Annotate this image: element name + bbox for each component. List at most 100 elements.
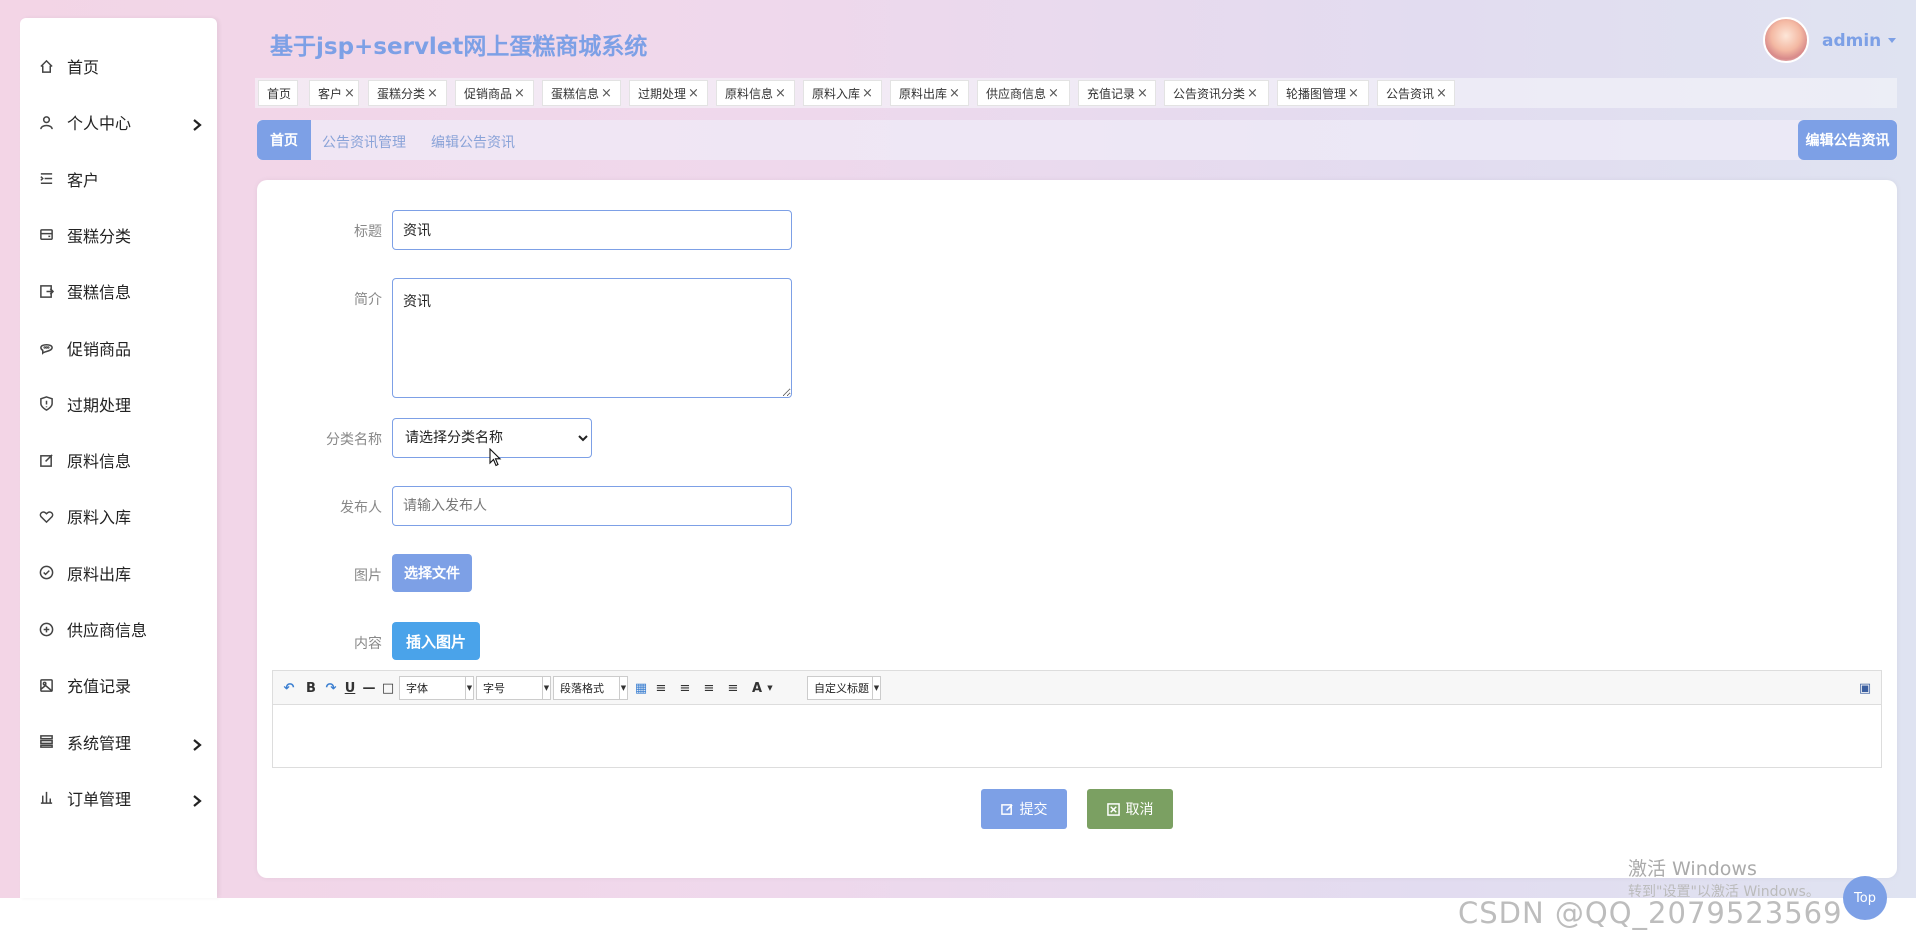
title-label: 标题 bbox=[354, 224, 382, 240]
align-justify-icon[interactable]: ≡ bbox=[725, 680, 741, 696]
editor-content-area[interactable] bbox=[273, 705, 1881, 767]
dropdown-arrow-icon: ▼ bbox=[465, 677, 473, 699]
picture-icon bbox=[38, 677, 54, 693]
sidebar-item-label: 订单管理 bbox=[67, 789, 132, 809]
close-icon[interactable]: × bbox=[688, 86, 699, 101]
sidebar-item[interactable]: 蛋糕信息 bbox=[20, 271, 217, 311]
font-family-select[interactable]: 字体 ▼ bbox=[399, 676, 474, 700]
sidebar-item[interactable]: 首页 bbox=[20, 46, 217, 86]
fullscreen-icon[interactable]: ▣ bbox=[1857, 680, 1873, 696]
sidebar-item-label: 个人中心 bbox=[67, 114, 132, 134]
custom-title-select[interactable]: 自定义标题 ▼ bbox=[807, 676, 881, 700]
insert-image-button[interactable]: 插入图片 bbox=[392, 622, 480, 660]
align-center-icon[interactable]: ≡ bbox=[701, 680, 717, 696]
redo-icon[interactable]: ↷ bbox=[323, 680, 339, 696]
tab[interactable]: 原料出库 × bbox=[890, 80, 969, 106]
tab-label: 公告资讯分类 bbox=[1173, 86, 1246, 101]
user-name[interactable]: admin bbox=[1822, 31, 1881, 51]
tab[interactable]: 原料入库 × bbox=[803, 80, 882, 106]
cancel-button[interactable]: 取消 bbox=[1087, 789, 1173, 829]
chat-bubble-icon bbox=[38, 340, 54, 356]
sidebar-item[interactable]: 促销商品 bbox=[20, 328, 217, 368]
align-left-icon[interactable]: ≡ bbox=[653, 680, 669, 696]
close-icon[interactable]: × bbox=[1247, 86, 1258, 101]
sidebar-item-label: 促销商品 bbox=[67, 339, 132, 359]
dropdown-arrow-icon: ▼ bbox=[542, 677, 550, 699]
close-icon[interactable]: × bbox=[601, 86, 612, 101]
sidebar-item[interactable]: 原料入库 bbox=[20, 496, 217, 536]
image-label: 图片 bbox=[354, 568, 382, 584]
sidebar-item[interactable]: 原料信息 bbox=[20, 440, 217, 480]
intro-textarea[interactable]: 资讯 bbox=[392, 278, 792, 398]
close-icon[interactable]: × bbox=[427, 86, 438, 101]
dropdown-arrow-icon: ▼ bbox=[619, 677, 627, 699]
sidebar-item[interactable]: 个人中心 bbox=[20, 102, 217, 142]
tab[interactable]: 过期处理 × bbox=[629, 80, 708, 106]
intro-label: 简介 bbox=[354, 292, 382, 308]
tab[interactable]: 蛋糕分类 × bbox=[368, 80, 447, 106]
choose-file-button[interactable]: 选择文件 bbox=[392, 554, 472, 592]
breadcrumb-home[interactable]: 首页 bbox=[257, 120, 311, 160]
sidebar-item-label: 客户 bbox=[67, 170, 100, 190]
sidebar-item-label: 首页 bbox=[67, 58, 100, 77]
tab[interactable]: 供应商信息 × bbox=[977, 80, 1070, 106]
tab[interactable]: 首页 bbox=[258, 80, 298, 106]
breadcrumb-item-announcement-management[interactable]: 公告资讯管理 bbox=[322, 132, 406, 152]
sidebar-item[interactable]: 供应商信息 bbox=[20, 609, 217, 649]
title-input[interactable] bbox=[392, 210, 792, 250]
close-icon[interactable]: × bbox=[862, 86, 873, 101]
tab[interactable]: 轮播图管理 × bbox=[1277, 80, 1369, 106]
sidebar-item[interactable]: 充值记录 bbox=[20, 665, 217, 705]
tab-label: 原料出库 bbox=[899, 86, 948, 101]
avatar[interactable] bbox=[1763, 17, 1809, 63]
editor-toolbar: ↶ B ↷ U — □ 字体 ▼ 字号 ▼ 段落格式 ▼ ▦ ≡ ≡ ≡ ≡ A ▼ … bbox=[273, 671, 1881, 705]
stack-icon bbox=[38, 734, 54, 750]
close-icon[interactable]: × bbox=[1137, 86, 1148, 101]
tab[interactable]: 蛋糕信息 × bbox=[542, 80, 621, 106]
close-icon[interactable]: × bbox=[1348, 86, 1359, 101]
tab-label: 供应商信息 bbox=[986, 86, 1047, 101]
csdn-watermark: CSDN @QQ_2079523569 bbox=[1458, 896, 1843, 930]
tab-label: 蛋糕分类 bbox=[377, 86, 426, 101]
bold-button[interactable]: B bbox=[303, 680, 319, 696]
content-label: 内容 bbox=[354, 636, 382, 652]
chevron-right-icon[interactable] bbox=[191, 736, 203, 751]
close-icon[interactable]: × bbox=[949, 86, 960, 101]
document-icon[interactable]: □ bbox=[380, 680, 396, 696]
align-right-icon[interactable]: ≡ bbox=[677, 680, 693, 696]
undo-icon[interactable]: ↶ bbox=[281, 680, 297, 696]
publisher-input[interactable] bbox=[392, 486, 792, 526]
tab[interactable]: 公告资讯 × bbox=[1377, 80, 1455, 106]
sidebar-item[interactable]: 蛋糕分类 bbox=[20, 215, 217, 255]
chevron-right-icon[interactable] bbox=[191, 116, 203, 132]
sidebar-item[interactable]: 过期处理 bbox=[20, 384, 217, 424]
paragraph-format-select[interactable]: 段落格式 ▼ bbox=[553, 676, 628, 700]
close-icon[interactable]: × bbox=[1048, 86, 1059, 101]
submit-button[interactable]: 提交 bbox=[981, 789, 1067, 829]
tab[interactable]: 公告资讯分类 × bbox=[1164, 80, 1269, 106]
sidebar-item[interactable]: 系统管理 bbox=[20, 722, 217, 762]
close-icon[interactable]: × bbox=[775, 86, 786, 101]
heart-icon bbox=[38, 508, 54, 524]
table-icon[interactable]: ▦ bbox=[633, 680, 649, 696]
close-icon[interactable]: × bbox=[1436, 86, 1447, 101]
sidebar-item[interactable]: 客户 bbox=[20, 159, 217, 199]
back-to-top-button[interactable]: Top bbox=[1843, 876, 1887, 920]
tab[interactable]: 充值记录 × bbox=[1078, 80, 1156, 106]
sidebar-item[interactable]: 原料出库 bbox=[20, 553, 217, 593]
sidebar-item[interactable]: 订单管理 bbox=[20, 778, 217, 818]
close-icon[interactable]: × bbox=[344, 86, 355, 101]
font-color-dropdown-icon[interactable]: ▼ bbox=[762, 680, 778, 696]
tab[interactable]: 促销商品 × bbox=[455, 80, 534, 106]
underline-button[interactable]: U bbox=[342, 680, 358, 696]
chevron-right-icon[interactable] bbox=[191, 792, 203, 807]
horizontal-rule-icon[interactable]: — bbox=[361, 680, 377, 696]
sidebar-item-label: 蛋糕信息 bbox=[67, 283, 132, 303]
tab[interactable]: 原料信息 × bbox=[716, 80, 795, 106]
page-label-badge: 编辑公告资讯 bbox=[1798, 120, 1897, 160]
tab[interactable]: 客户 × bbox=[309, 80, 359, 106]
caret-down-icon[interactable] bbox=[1888, 38, 1896, 43]
font-size-select[interactable]: 字号 ▼ bbox=[476, 676, 551, 700]
submit-label: 提交 bbox=[1019, 802, 1048, 818]
close-icon[interactable]: × bbox=[514, 86, 525, 101]
